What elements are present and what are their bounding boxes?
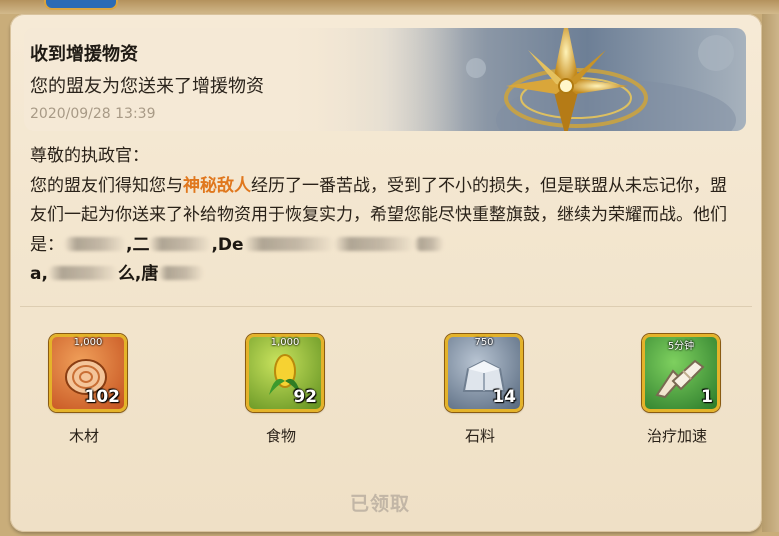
body-text-before: 您的盟友们得知您与 bbox=[30, 175, 183, 196]
mail-body: 尊敬的执政官： 您的盟友们得知您与神秘敌人经历了一番苦战，受到了不小的损失，但是… bbox=[30, 142, 730, 290]
reward-count: 14 bbox=[492, 387, 516, 407]
redacted-name bbox=[158, 266, 205, 280]
redacted-name bbox=[413, 236, 444, 251]
reward-item-stone[interactable]: 750 14 bbox=[445, 334, 523, 412]
greeting: 尊敬的执政官： bbox=[30, 146, 149, 166]
ally-name: a, bbox=[30, 264, 48, 284]
divider bbox=[20, 306, 752, 307]
mail-title: 收到增援物资 bbox=[30, 44, 138, 65]
panel-right-edge bbox=[762, 14, 779, 532]
reward-label-heal-speedup: 治疗加速 bbox=[646, 427, 707, 445]
reward-label-wood: 木材 bbox=[68, 427, 99, 445]
reward-item-heal-speedup[interactable]: 5分钟 1 bbox=[642, 334, 720, 412]
reward-label-food: 食物 bbox=[265, 427, 296, 445]
claimed-button: 已领取 bbox=[349, 493, 410, 515]
redacted-name bbox=[47, 266, 118, 280]
reward-cap: 5分钟 bbox=[667, 341, 695, 352]
compass-rose-icon bbox=[466, 28, 736, 131]
reward-count: 92 bbox=[293, 387, 317, 407]
ally-name: ,二 bbox=[126, 234, 150, 255]
ally-name: 么,唐 bbox=[117, 264, 159, 284]
reward-cap: 1,000 bbox=[73, 337, 103, 348]
reward-item-wood[interactable]: 1,000 102 bbox=[49, 334, 127, 412]
reward-label-stone: 石料 bbox=[464, 427, 495, 445]
redacted-name bbox=[64, 236, 126, 251]
reward-count: 102 bbox=[84, 387, 121, 407]
reward-cap: 1,000 bbox=[270, 337, 300, 348]
reward-cap: 750 bbox=[474, 337, 494, 348]
ally-name: ,De bbox=[211, 234, 244, 255]
mail-subtitle: 您的盟友为您送来了增援物资 bbox=[30, 76, 264, 97]
reward-item-food[interactable]: 1,000 92 bbox=[246, 334, 324, 412]
mail-date: 2020/09/28 13:39 bbox=[30, 106, 156, 122]
reward-count: 1 bbox=[701, 387, 713, 407]
redacted-name bbox=[333, 236, 414, 251]
enemy-highlight: 神秘敌人 bbox=[183, 175, 251, 196]
alliance-emblem bbox=[44, 0, 118, 10]
redacted-name bbox=[243, 236, 334, 251]
body-paragraph: 您的盟友们得知您与神秘敌人经历了一番苦战，受到了不小的损失，但是联盟从未忘记你，… bbox=[30, 172, 730, 290]
redacted-name bbox=[149, 236, 212, 251]
